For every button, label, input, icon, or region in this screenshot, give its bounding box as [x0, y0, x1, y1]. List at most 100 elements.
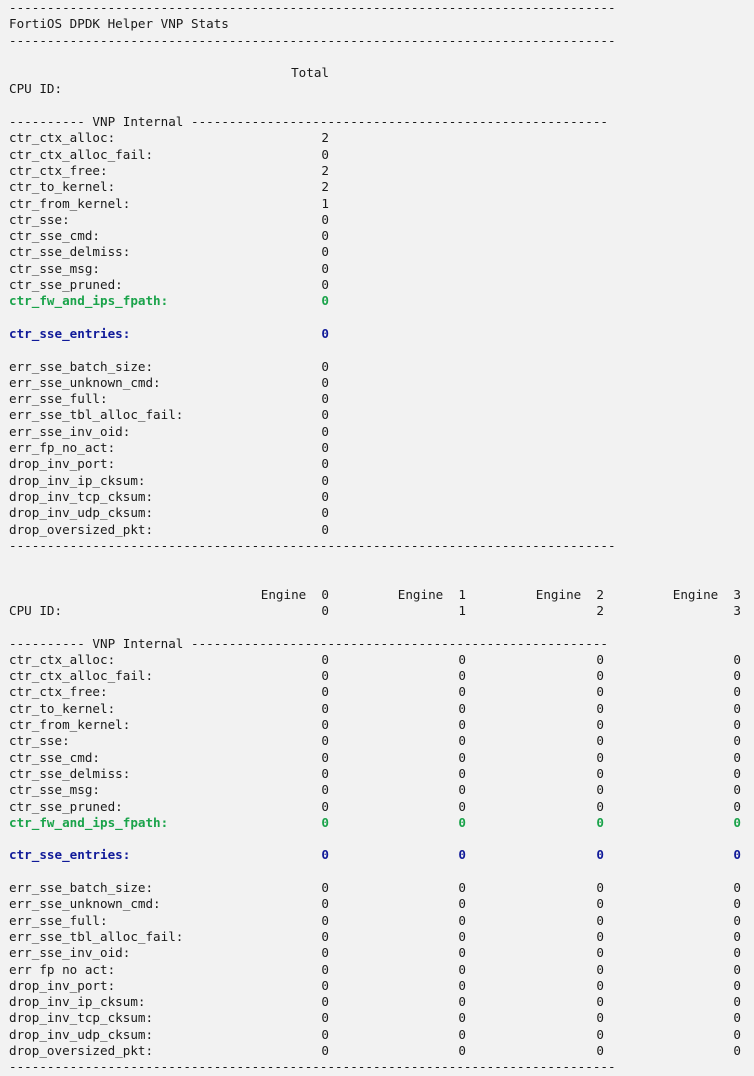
stat-row: ctr_ctx_free: 0 0 0 0 — [9, 684, 754, 700]
stat-value: 2 — [321, 162, 329, 178]
stat-row: drop_inv_port: 0 0 0 0 — [9, 978, 754, 994]
stat-label: ctr_fw_and_ips_fpath: — [9, 293, 169, 309]
stat-value: 0 — [321, 391, 329, 407]
stat-label: err_fp_no_act: — [9, 440, 116, 456]
stat-value: 0 — [733, 798, 741, 814]
stat-label: drop_inv_ip_cksum: — [9, 472, 146, 488]
stat-value: 0 — [596, 733, 604, 749]
stat-label: err fp no act: — [9, 961, 116, 977]
stat-value: 0 — [321, 1043, 329, 1058]
stat-label: err_sse_unknown_cmd: — [9, 374, 161, 390]
stat-row: drop_inv_port: 0 — [9, 456, 754, 472]
stat-value: 0 — [733, 651, 741, 667]
stat-value: 0 — [596, 1010, 604, 1026]
stat-label: ctr_sse_pruned: — [9, 798, 123, 814]
stat-value: 0 — [458, 896, 466, 912]
stat-label: drop_inv_udp_cksum: — [9, 505, 154, 521]
stat-value: 2 — [321, 130, 329, 146]
stat-value: 0 — [733, 668, 741, 684]
stat-value: 0 — [321, 325, 329, 341]
stat-label: ctr_sse_entries: — [9, 847, 131, 863]
stat-label: ctr_sse_delmiss: — [9, 244, 131, 260]
stat-label: err_sse_inv_oid: — [9, 945, 131, 961]
subheader-vnp-internal: ---------- VNP Internal ----------------… — [9, 114, 620, 130]
stat-row: ctr_from_kernel: 1 — [9, 196, 754, 212]
cpu-id-value: 0 — [321, 602, 329, 618]
stat-value: 0 — [321, 472, 329, 488]
stat-label: drop_inv_port: — [9, 456, 116, 472]
stat-row: ctr_sse_msg: 0 0 0 0 — [9, 782, 754, 798]
stat-label: err_sse_tbl_alloc_fail: — [9, 928, 184, 944]
stat-value: 0 — [733, 912, 741, 928]
stat-label: ctr_sse_cmd: — [9, 228, 100, 244]
engine-column-header: Engine 0 — [260, 586, 329, 602]
stat-value: 0 — [733, 814, 741, 830]
page-title: FortiOS DPDK Helper VNP Stats — [9, 16, 754, 32]
stat-row: err_sse_batch_size: 0 0 0 0 — [9, 880, 754, 896]
section1-cpu-row: CPU ID: — [9, 81, 754, 97]
stat-value: 0 — [596, 912, 604, 928]
stat-label: drop_oversized_pkt: — [9, 1043, 154, 1058]
stat-label: ctr_sse_cmd: — [9, 749, 100, 765]
stat-value: 0 — [458, 814, 466, 830]
stat-label: ctr_sse: — [9, 211, 70, 227]
stat-row: err_sse_tbl_alloc_fail: 0 0 0 0 — [9, 929, 754, 945]
stat-row: ctr_ctx_free: 2 — [9, 163, 754, 179]
stat-value: 0 — [458, 945, 466, 961]
stat-value: 0 — [596, 765, 604, 781]
stat-label: drop_inv_port: — [9, 977, 116, 993]
stat-value: 0 — [321, 488, 329, 504]
stat-value: 0 — [458, 994, 466, 1010]
stat-value: 0 — [596, 977, 604, 993]
stat-value: 0 — [458, 684, 466, 700]
subheader-left: ---------- VNP Internal — [9, 635, 191, 651]
stat-value: 0 — [458, 765, 466, 781]
stat-value: 0 — [733, 928, 741, 944]
stat-label: ctr_to_kernel: — [9, 179, 116, 195]
stat-value: 0 — [321, 945, 329, 961]
stat-row: drop_oversized_pkt: 0 — [9, 522, 754, 538]
stat-value: 0 — [321, 1026, 329, 1042]
separator-section2-end: ----------------------------------------… — [9, 1059, 616, 1075]
stat-value: 0 — [321, 505, 329, 521]
stat-value: 0 — [458, 977, 466, 993]
stat-row: ctr_sse_pruned: 0 0 0 0 — [9, 799, 754, 815]
stat-row-sse-entries: ctr_sse_entries: 0 0 0 0 — [9, 847, 754, 863]
stat-label: drop_inv_udp_cksum: — [9, 1026, 154, 1042]
subheader-right: ----------------------------------------… — [190, 114, 608, 130]
stat-value: 0 — [321, 440, 329, 456]
stat-value: 0 — [321, 847, 329, 863]
stat-label: ctr_from_kernel: — [9, 195, 131, 211]
stat-value: 0 — [321, 928, 329, 944]
separator-title: ----------------------------------------… — [9, 32, 616, 48]
stat-value: 0 — [321, 912, 329, 928]
stat-value: 0 — [321, 765, 329, 781]
stat-row: drop_inv_udp_cksum: 0 — [9, 505, 754, 521]
stat-value: 0 — [733, 961, 741, 977]
stat-value: 0 — [321, 782, 329, 798]
stat-value: 0 — [596, 945, 604, 961]
stat-value: 0 — [458, 961, 466, 977]
stat-value: 0 — [321, 374, 329, 390]
console-output: ----------------------------------------… — [9, 0, 754, 1076]
stat-label: ctr_sse_pruned: — [9, 277, 123, 293]
engine-column-header: Engine 2 — [535, 586, 604, 602]
stat-value: 0 — [321, 407, 329, 423]
stat-value: 0 — [458, 912, 466, 928]
stat-value: 0 — [321, 277, 329, 293]
stat-value: 0 — [458, 847, 466, 863]
stat-label: ctr_sse_delmiss: — [9, 765, 131, 781]
stat-value: 0 — [321, 244, 329, 260]
stat-value: 0 — [596, 1026, 604, 1042]
cpu-id-value: 3 — [733, 602, 741, 618]
stat-label: ctr_sse_msg: — [9, 782, 100, 798]
stat-label: err_sse_full: — [9, 912, 108, 928]
stat-value: 0 — [458, 928, 466, 944]
stat-value: 0 — [321, 717, 329, 733]
cpu-id-value: 2 — [596, 602, 604, 618]
